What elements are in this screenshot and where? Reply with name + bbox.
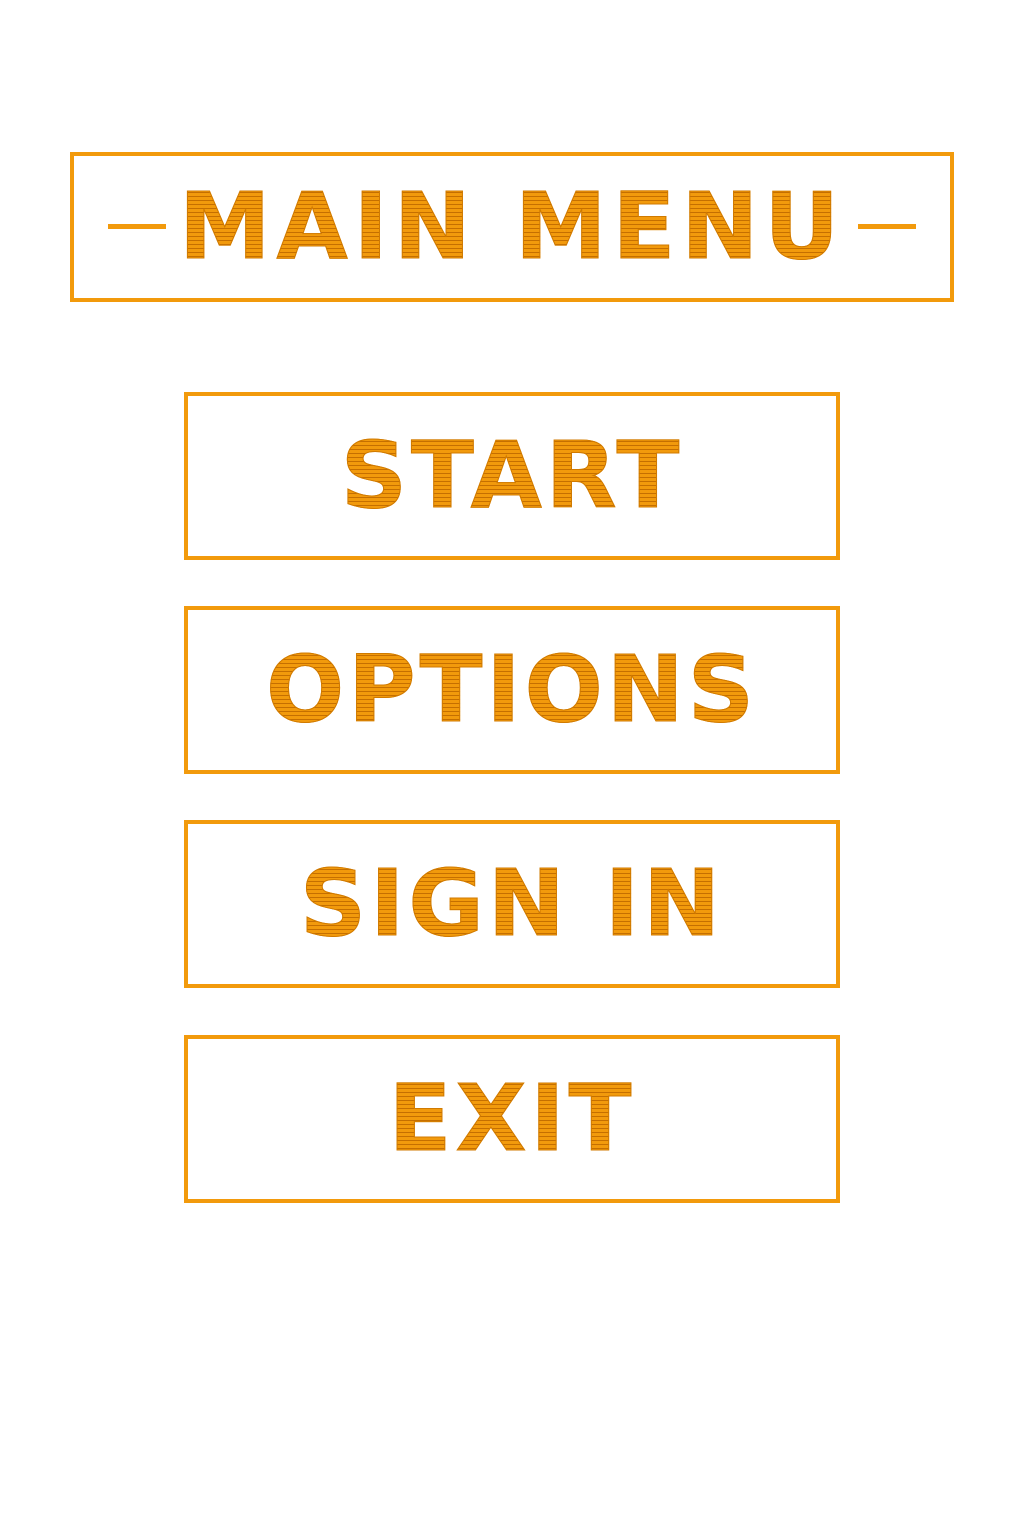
sign-in-button[interactable]: SIGN IN [184,820,840,988]
page-title: MAIN MENU [178,173,846,280]
sign-in-button-label: SIGN IN [299,850,725,957]
main-menu-title-panel: MAIN MENU [70,152,954,302]
start-button-label: START [340,422,684,529]
exit-button[interactable]: EXIT [184,1035,840,1203]
title-right-dash [858,224,916,229]
options-button-label: OPTIONS [265,636,759,743]
options-button[interactable]: OPTIONS [184,606,840,774]
start-button[interactable]: START [184,392,840,560]
exit-button-label: EXIT [388,1065,636,1172]
title-left-dash [108,224,166,229]
